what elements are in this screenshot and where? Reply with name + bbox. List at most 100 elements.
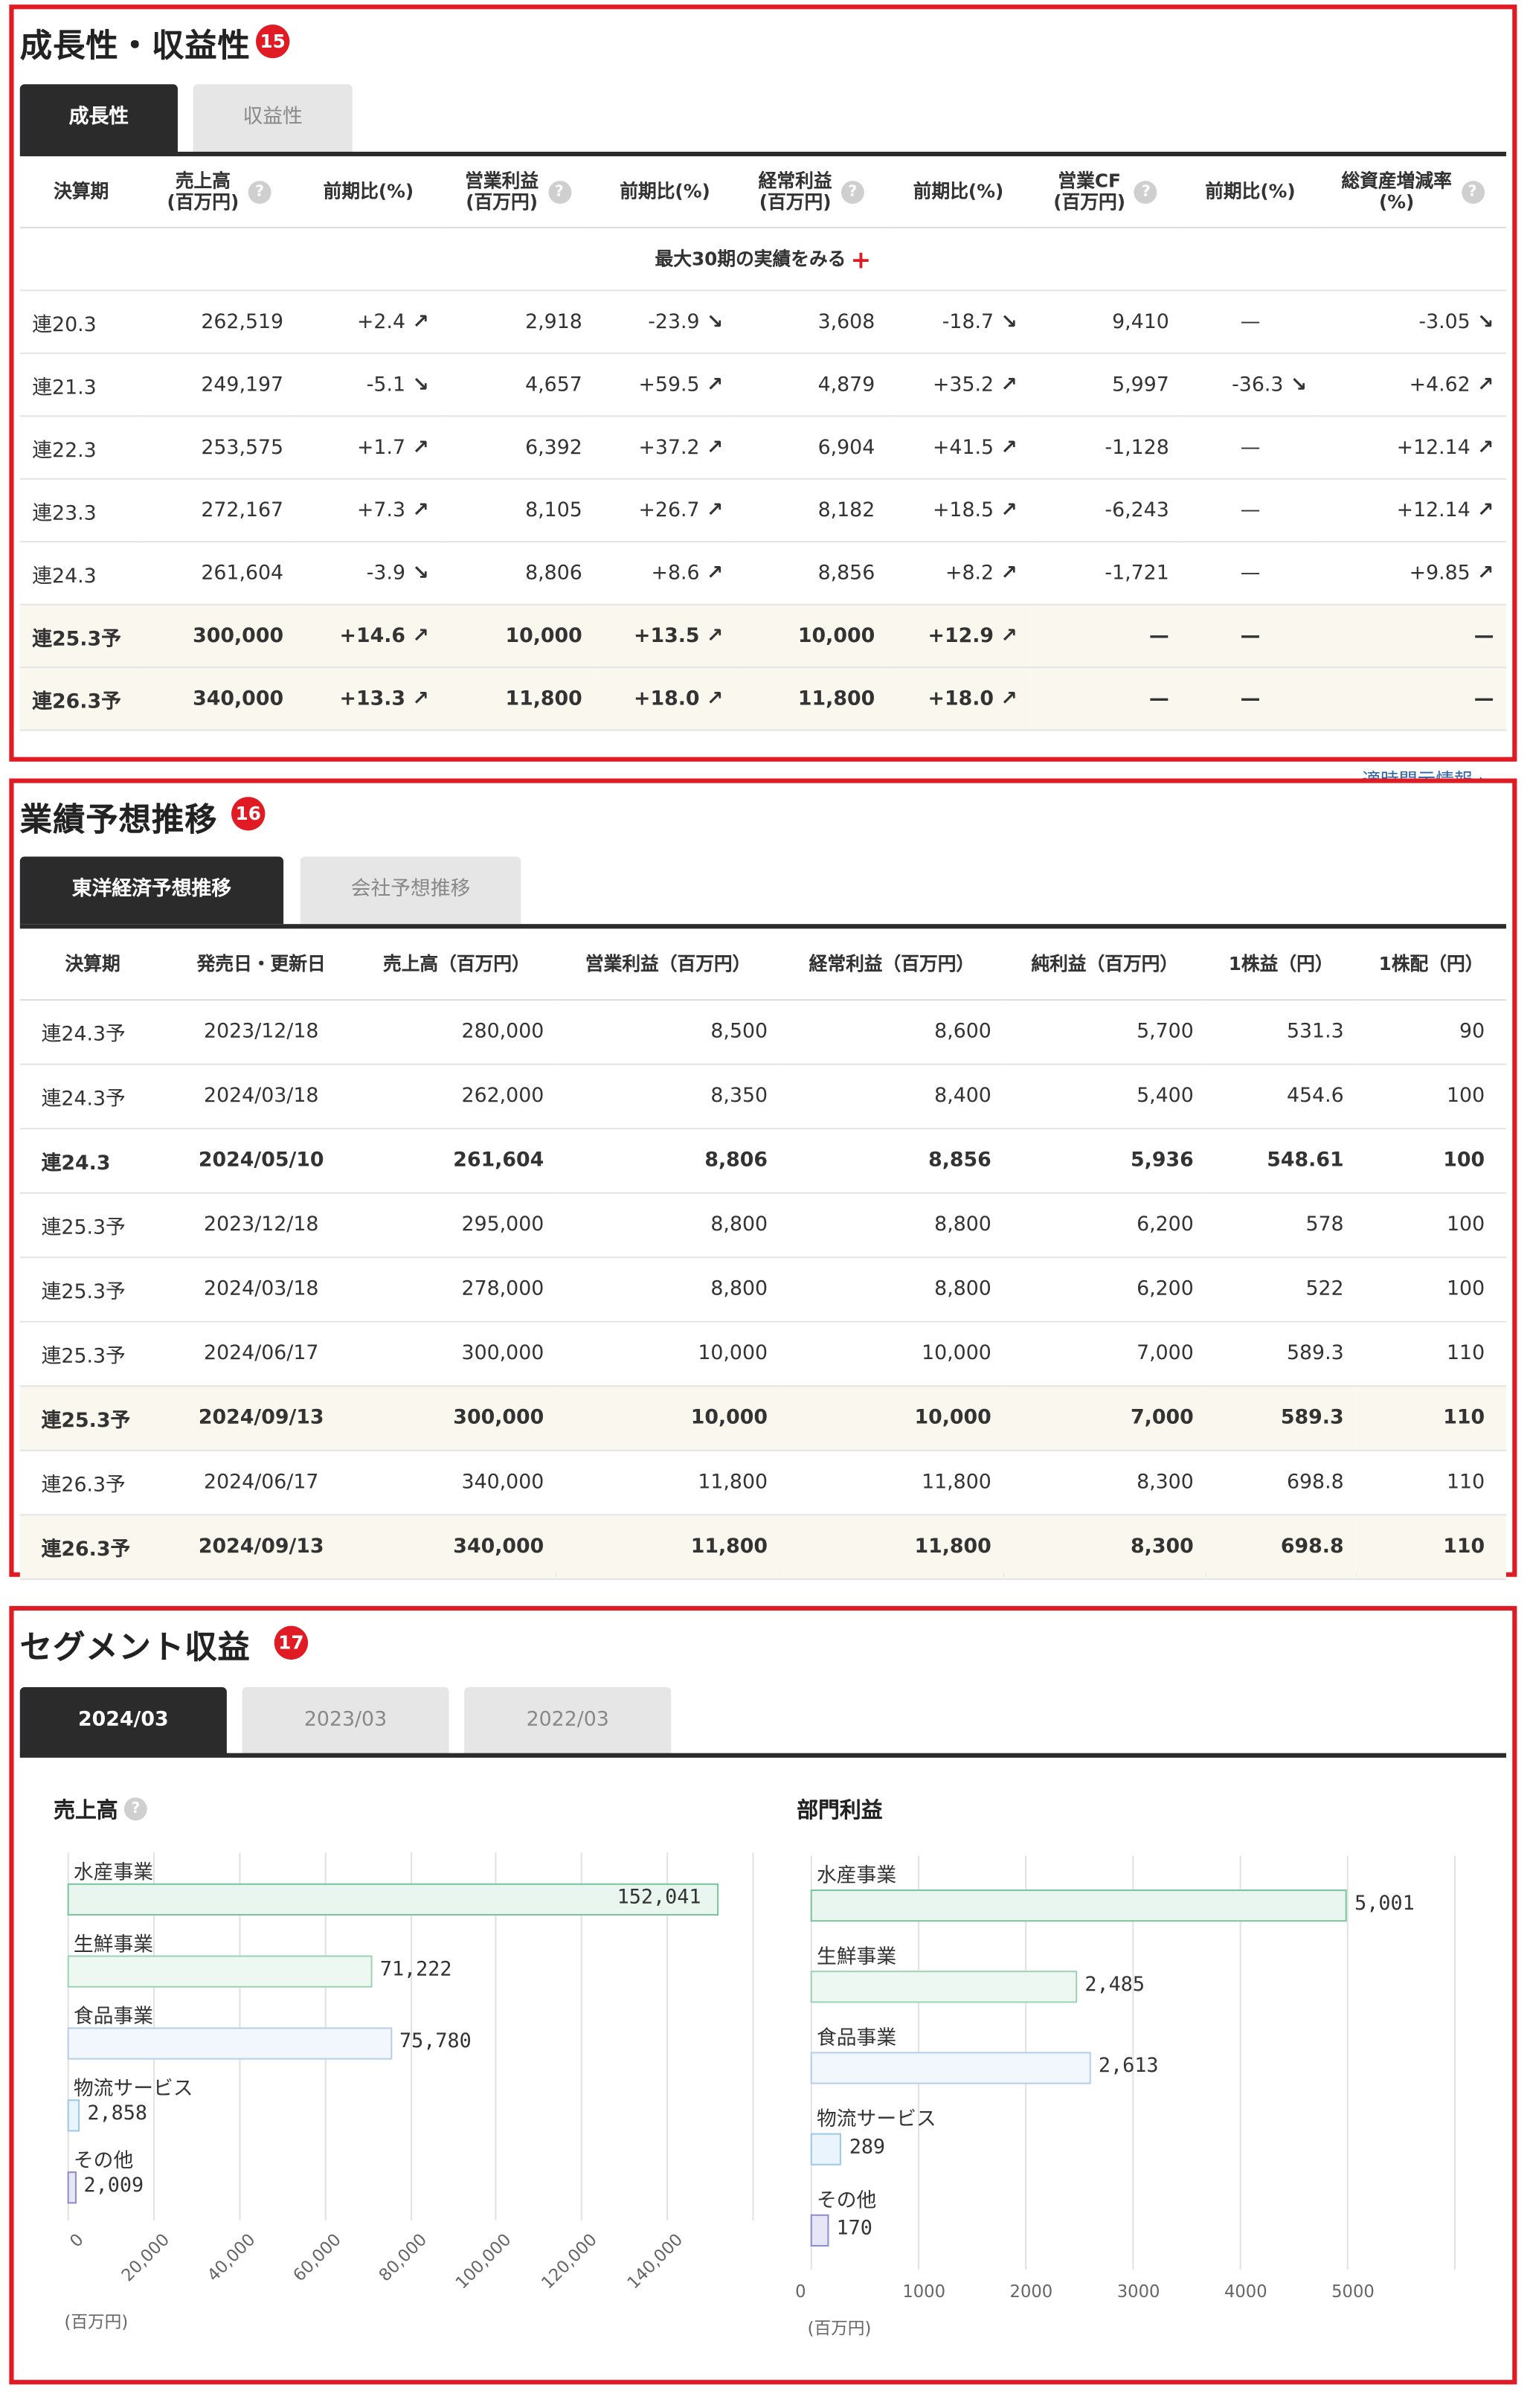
bar[interactable]: [67, 2027, 392, 2060]
bar[interactable]: [810, 2133, 842, 2165]
bar[interactable]: [67, 2171, 77, 2204]
column-header: 発売日・更新日: [165, 928, 357, 1001]
cell-value: +7.3: [356, 498, 406, 522]
arrow-up-icon: ↗: [405, 436, 429, 459]
bar[interactable]: [810, 2052, 1091, 2084]
table-cell: +41.5 ↗: [887, 416, 1030, 480]
table-cell: +13.5 ↗: [594, 604, 736, 669]
table-cell: —: [1029, 667, 1182, 731]
column-header: 営業CF (百万円)?: [1029, 156, 1182, 228]
table-cell: 8,400: [780, 1064, 1004, 1130]
show-more-row: 最大30期の実績をみる +: [19, 227, 1506, 292]
table-cell: 5,700: [1003, 1000, 1206, 1065]
axis-tick-label: 2000: [1009, 2282, 1053, 2302]
table-cell: —: [1029, 604, 1182, 669]
table-cell: 11,800: [780, 1450, 1004, 1516]
sales-chart: 売上高? 水産事業 152,041 生鮮事業 71,222 食品事業 75,780 物流サービ…: [45, 1794, 754, 2346]
bar-category-label: その他: [73, 2150, 134, 2174]
cell-value: -3.05: [1418, 310, 1470, 334]
table-cell: 2023/12/18: [165, 1000, 357, 1065]
table-cell: +18.0 ↗: [594, 667, 736, 731]
tab-company-forecast[interactable]: 会社予想推移: [300, 856, 521, 925]
table-cell: +59.5 ↗: [594, 353, 736, 417]
arrow-up-icon: ↗: [699, 624, 724, 648]
tab-2024-03[interactable]: 2024/03: [19, 1687, 227, 1755]
column-header: 売上高 (百万円)?: [142, 156, 296, 228]
cell-value: 300,000: [193, 624, 284, 648]
table-cell: 2023/12/18: [165, 1192, 357, 1259]
table-cell: 8,350: [556, 1064, 780, 1130]
table-cell: —: [1181, 542, 1320, 606]
column-header-label: 総資産増減率 (%): [1341, 170, 1452, 213]
tab-toyo-forecast[interactable]: 東洋経済予想推移: [19, 856, 284, 925]
table-cell: 2024/06/17: [165, 1321, 357, 1387]
tab-growth[interactable]: 成長性: [19, 84, 178, 152]
section-badge: 16: [231, 797, 266, 831]
table-cell: 4,879: [735, 353, 887, 417]
cell-value: 9,410: [1112, 310, 1169, 334]
table-cell: 5,936: [1003, 1128, 1206, 1194]
bar-category-label: 食品事業: [816, 2027, 897, 2051]
cell-value: +8.6: [651, 561, 700, 585]
bar-category-label: 食品事業: [73, 2006, 154, 2029]
arrow-up-icon: ↗: [1470, 373, 1494, 396]
table-cell: -3.05 ↘: [1319, 290, 1506, 354]
bar[interactable]: [810, 1889, 1347, 1922]
cell-value: +12.14: [1396, 436, 1470, 459]
table-cell: 連25.3予: [19, 1321, 166, 1387]
unit-label: (百万円): [807, 2318, 872, 2339]
table-cell: 698.8: [1206, 1515, 1357, 1580]
help-icon[interactable]: ?: [1461, 180, 1485, 203]
table-cell: 110: [1356, 1450, 1506, 1516]
bar-category-label: 水産事業: [73, 1861, 154, 1885]
bar[interactable]: [67, 2099, 80, 2132]
tab-2023-03[interactable]: 2023/03: [242, 1687, 449, 1755]
section-badge: 15: [256, 24, 290, 59]
table-cell: 110: [1356, 1386, 1506, 1451]
cell-value: —: [1473, 624, 1494, 648]
table-cell: 連21.3: [19, 353, 143, 417]
cell-value: 272,167: [201, 498, 284, 522]
table-cell: 連24.3: [19, 542, 143, 606]
table-cell: —: [1181, 604, 1320, 669]
table-row: 連26.3予 2024/09/13 340,000 11,800 11,800 8,300…: [19, 1515, 1506, 1580]
column-header-label: 営業CF (百万円): [1053, 170, 1126, 213]
bar[interactable]: [67, 1955, 373, 1988]
table-cell: 3,608: [735, 290, 887, 354]
table-cell: 249,197: [142, 353, 296, 417]
column-header: 1株配（円）: [1356, 928, 1506, 1001]
tab-2022-03[interactable]: 2022/03: [464, 1687, 672, 1755]
table-cell: 300,000: [356, 1321, 556, 1387]
column-header: 前期比(%): [1181, 156, 1320, 228]
arrow-up-icon: ↗: [405, 310, 429, 334]
cell-value: 連22.3: [32, 439, 97, 463]
help-icon[interactable]: ?: [123, 1797, 147, 1821]
help-icon[interactable]: ?: [1134, 180, 1158, 203]
table-cell: 9,410: [1029, 290, 1182, 354]
cell-value: +18.0: [634, 687, 700, 710]
help-icon[interactable]: ?: [248, 180, 271, 203]
bar-category-label: その他: [816, 2189, 877, 2213]
show-more-link[interactable]: 最大30期の実績をみる: [655, 248, 846, 269]
cell-value: 5,997: [1112, 373, 1169, 396]
page: 成長性・収益性 15 成長性 収益性 決算期 売上高 (百万円)? 前期比(%) 営業…: [0, 0, 1529, 2407]
table-cell: 100: [1356, 1128, 1506, 1194]
table-cell: 10,000: [556, 1386, 780, 1451]
tab-profitability[interactable]: 収益性: [193, 84, 353, 152]
arrow-down-icon: ↘: [1470, 310, 1494, 334]
table-cell: 11,800: [556, 1515, 780, 1580]
bar[interactable]: [810, 2214, 829, 2247]
column-header: 前期比(%): [295, 156, 442, 228]
cell-value: 連21.3: [32, 376, 97, 399]
table-cell: 300,000: [356, 1386, 556, 1451]
cell-value: -3.9: [366, 561, 406, 585]
table-cell: —: [1181, 667, 1320, 731]
cell-value: -1,128: [1105, 436, 1169, 459]
help-icon[interactable]: ?: [840, 180, 864, 203]
bar[interactable]: [810, 1971, 1078, 2003]
help-icon[interactable]: ?: [547, 180, 571, 203]
table-cell: -36.3 ↘: [1181, 353, 1320, 417]
cell-value: +4.62: [1409, 373, 1470, 396]
table-cell: 7,000: [1003, 1321, 1206, 1387]
table-cell: —: [1181, 416, 1320, 480]
